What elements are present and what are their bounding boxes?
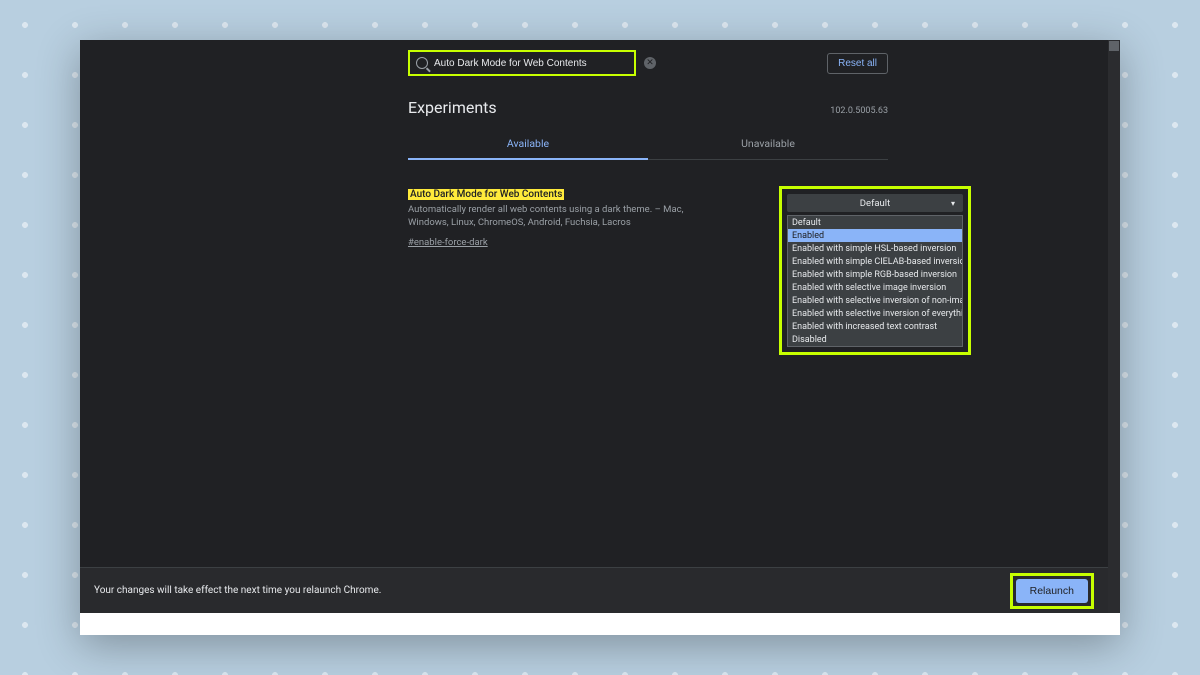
- scrollbar-track[interactable]: [1108, 40, 1120, 635]
- flag-description: Automatically render all web contents us…: [408, 204, 698, 230]
- tab-unavailable[interactable]: Unavailable: [648, 131, 888, 160]
- flag-option[interactable]: Enabled with increased text contrast: [788, 320, 962, 333]
- search-input[interactable]: [434, 58, 628, 69]
- relaunch-button[interactable]: Relaunch: [1016, 579, 1088, 603]
- flag-option[interactable]: Enabled with selective image inversion: [788, 281, 962, 294]
- flag-option[interactable]: Enabled with selective inversion of ever…: [788, 307, 962, 320]
- bottom-strip: [80, 613, 1120, 635]
- flag-select-value: Default: [860, 198, 890, 209]
- flag-option[interactable]: Enabled with selective inversion of non-…: [788, 294, 962, 307]
- flag-anchor-link[interactable]: #enable-force-dark: [408, 237, 488, 248]
- search-icon: [416, 57, 428, 69]
- flag-dropdown: Default ▾ DefaultEnabledEnabled with sim…: [779, 186, 971, 355]
- scrollbar-thumb[interactable]: [1109, 41, 1119, 51]
- footer-bar: Your changes will take effect the next t…: [80, 567, 1108, 613]
- tabs: Available Unavailable: [408, 131, 888, 160]
- flag-select[interactable]: Default ▾: [787, 194, 963, 212]
- flag-title: Auto Dark Mode for Web Contents: [408, 189, 564, 200]
- flag-option[interactable]: Enabled: [788, 229, 962, 242]
- app-window: ✕ Reset all Experiments 102.0.5005.63 Av…: [80, 40, 1120, 635]
- flag-option[interactable]: Enabled with simple CIELAB-based inversi…: [788, 255, 962, 268]
- flag-options-list: DefaultEnabledEnabled with simple HSL-ba…: [787, 215, 963, 347]
- footer-message: Your changes will take effect the next t…: [94, 585, 381, 596]
- top-row: ✕ Reset all: [408, 40, 888, 76]
- version-label: 102.0.5005.63: [830, 106, 888, 116]
- clear-search-icon[interactable]: ✕: [644, 57, 656, 69]
- chevron-down-icon: ▾: [951, 199, 955, 208]
- reset-all-button[interactable]: Reset all: [827, 53, 888, 74]
- flag-option[interactable]: Enabled with simple RGB-based inversion: [788, 268, 962, 281]
- relaunch-highlight: Relaunch: [1010, 573, 1094, 609]
- flag-option[interactable]: Disabled: [788, 333, 962, 346]
- flag-option[interactable]: Default: [788, 216, 962, 229]
- search-box[interactable]: [408, 50, 636, 76]
- page-title: Experiments: [408, 98, 497, 117]
- flag-option[interactable]: Enabled with simple HSL-based inversion: [788, 242, 962, 255]
- tab-available[interactable]: Available: [408, 131, 648, 160]
- title-row: Experiments 102.0.5005.63: [408, 98, 888, 117]
